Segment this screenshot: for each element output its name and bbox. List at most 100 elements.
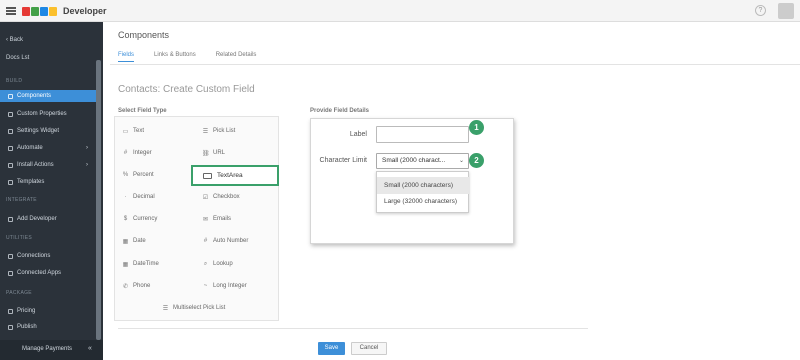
field-type-phone[interactable]: ✆ Phone xyxy=(122,276,150,296)
back-link[interactable]: ‹ Back xyxy=(6,37,23,43)
sidebar-item-publish[interactable]: Publish xyxy=(0,321,96,333)
field-type-label: Multiselect Pick List xyxy=(173,305,226,311)
field-type-emails[interactable]: ✉ Emails xyxy=(202,209,231,229)
sidebar-item-pricing[interactable]: Pricing xyxy=(0,305,96,317)
section-utilities: UTILITIES xyxy=(6,235,33,241)
collapse-icon[interactable]: « xyxy=(88,345,92,352)
logo-block-blue xyxy=(40,6,48,16)
sidebar-item-label: Pricing xyxy=(17,308,36,314)
help-icon[interactable]: ? xyxy=(755,5,766,16)
field-type-text[interactable]: ▭ Text xyxy=(122,121,144,141)
sidebar-item-settings-widget[interactable]: Settings Widget xyxy=(0,125,96,137)
sidebar-item-install-actions[interactable]: Install Actions › xyxy=(0,159,96,171)
sidebar-item-label: Add Developer xyxy=(17,216,57,222)
menu-icon[interactable] xyxy=(6,7,16,15)
field-type-pick-list[interactable]: ☰ Pick List xyxy=(202,121,236,141)
install-icon xyxy=(8,162,13,168)
cancel-button[interactable]: Cancel xyxy=(351,342,387,355)
long-integer-icon: ~ xyxy=(203,283,208,289)
field-type-textarea[interactable]: TextArea xyxy=(191,165,279,186)
char-limit-select[interactable]: Small (2000 charact... ⌄ xyxy=(376,153,469,169)
field-type-label: URL xyxy=(213,150,226,156)
field-type-label: Checkbox xyxy=(213,194,240,200)
tab-links-buttons[interactable]: Links & Buttons xyxy=(154,52,196,62)
field-type-label: Lookup xyxy=(213,261,233,267)
textarea-icon xyxy=(203,172,212,179)
sidebar-item-label: Publish xyxy=(17,324,37,330)
pricing-icon xyxy=(8,308,13,314)
char-limit-label: Character Limit xyxy=(319,157,367,164)
lookup-icon: ⌕ xyxy=(203,260,208,267)
sidebar-item-add-developer[interactable]: Add Developer xyxy=(0,213,96,225)
char-limit-option-large[interactable]: Large (32000 characters) xyxy=(377,193,470,210)
chevron-right-icon: › xyxy=(86,162,88,168)
sidebar-item-label: Settings Widget xyxy=(17,128,60,134)
sidebar-item-connected-apps[interactable]: Connected Apps xyxy=(0,267,96,279)
decimal-icon: · xyxy=(124,194,127,200)
tab-bar: Fields Links & Buttons Related Details xyxy=(118,52,256,62)
field-type-label: Currency xyxy=(133,216,158,222)
char-limit-value: Small (2000 charact... xyxy=(382,157,446,164)
calendar-icon: ▦ xyxy=(122,238,129,245)
org-name: Docs Lst xyxy=(6,55,30,61)
field-type-label: Date xyxy=(133,238,146,244)
section-package: PACKAGE xyxy=(6,290,32,296)
chevron-down-icon: ⌄ xyxy=(458,158,464,164)
section-integrate: INTEGRATE xyxy=(6,197,37,203)
sidebar-item-automate[interactable]: Automate › xyxy=(0,142,96,154)
field-type-label: Phone xyxy=(133,283,151,289)
field-type-decimal[interactable]: · Decimal xyxy=(122,187,155,207)
field-type-multiselect-pick-list[interactable]: ☰ Multiselect Pick List xyxy=(162,298,226,318)
list-icon: ☰ xyxy=(202,128,209,135)
page-title: Components xyxy=(118,30,170,40)
multiselect-icon: ☰ xyxy=(162,305,169,312)
tab-fields[interactable]: Fields xyxy=(118,52,135,62)
field-type-long-integer[interactable]: ~ Long Integer xyxy=(202,276,247,296)
tab-related-details[interactable]: Related Details xyxy=(216,52,257,62)
field-type-date[interactable]: ▦ Date xyxy=(122,231,146,251)
step-badge-1: 1 xyxy=(469,120,484,135)
sidebar-scrollbar[interactable] xyxy=(96,60,101,340)
footer-divider xyxy=(118,328,588,329)
sidebar-item-label: Templates xyxy=(17,179,45,185)
sidebar-item-templates[interactable]: Templates xyxy=(0,176,96,188)
field-type-auto-number[interactable]: # Auto Number xyxy=(202,231,249,251)
char-limit-dropdown: Small (2000 characters) Large (32000 cha… xyxy=(376,171,470,213)
field-type-url[interactable]: ⛓ URL xyxy=(202,143,225,163)
tab-divider xyxy=(110,64,800,65)
templates-icon xyxy=(8,179,13,185)
sidebar-item-components[interactable]: Components xyxy=(0,90,96,102)
field-details-heading: Provide Field Details xyxy=(310,108,370,114)
brand-name: Developer xyxy=(63,6,107,16)
checkbox-icon: ☑ xyxy=(202,194,209,201)
char-limit-option-small[interactable]: Small (2000 characters) xyxy=(377,177,470,194)
field-type-currency[interactable]: $ Currency xyxy=(122,209,158,229)
field-type-label: Emails xyxy=(213,216,232,222)
sidebar-item-label: Install Actions xyxy=(17,162,54,168)
field-type-label: Decimal xyxy=(133,194,155,200)
label-input[interactable] xyxy=(376,126,469,143)
manage-payments-link[interactable]: Manage Payments xyxy=(22,346,72,352)
automate-icon xyxy=(8,145,13,151)
field-type-checkbox[interactable]: ☑ Checkbox xyxy=(202,187,240,207)
app-logo[interactable]: Developer xyxy=(22,6,107,16)
avatar[interactable] xyxy=(778,3,794,19)
sidebar-item-connections[interactable]: Connections xyxy=(0,250,96,262)
widget-icon xyxy=(8,128,13,134)
logo-block-red xyxy=(22,6,30,16)
field-type-lookup[interactable]: ⌕ Lookup xyxy=(202,254,233,274)
components-icon xyxy=(8,93,13,99)
save-button[interactable]: Save xyxy=(318,342,345,355)
field-type-percent[interactable]: % Percent xyxy=(122,165,154,185)
sidebar-item-custom-properties[interactable]: Custom Properties xyxy=(0,108,96,120)
link-icon: ⛓ xyxy=(202,150,210,157)
text-icon: ▭ xyxy=(122,128,129,135)
chevron-right-icon: › xyxy=(86,145,88,151)
field-type-integer[interactable]: # Integer xyxy=(122,143,152,163)
back-label: Back xyxy=(9,37,24,43)
sidebar: ‹ Back Docs Lst BUILD Components Custom … xyxy=(0,22,103,360)
field-type-datetime[interactable]: ▦ DateTime xyxy=(122,254,159,274)
step-badge-2: 2 xyxy=(469,153,484,168)
connections-icon xyxy=(8,253,13,259)
apps-icon xyxy=(8,270,13,276)
